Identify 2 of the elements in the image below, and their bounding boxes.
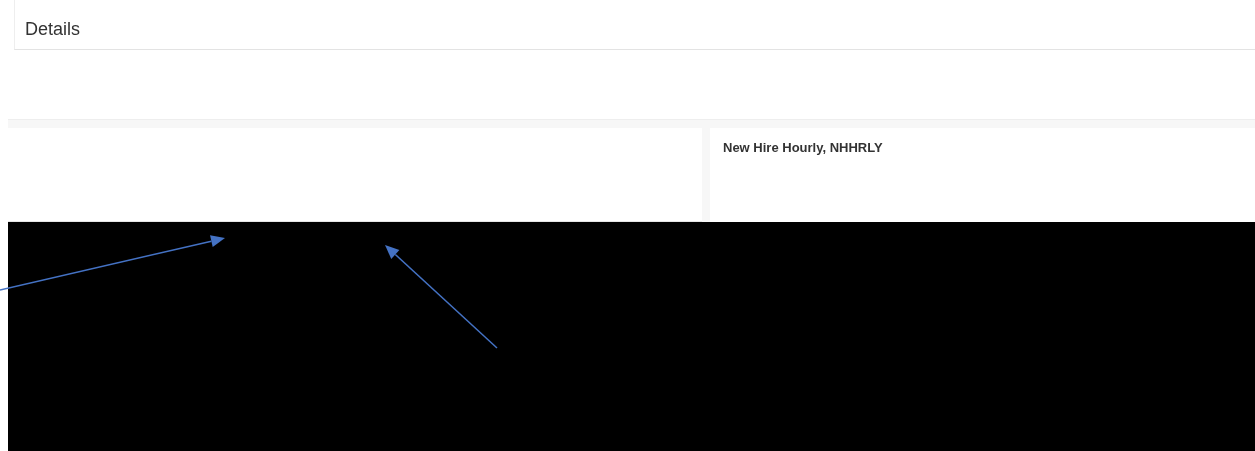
card-title: Details xyxy=(25,19,81,39)
card-title: New Hire Hourly, NHHRLY xyxy=(723,140,883,155)
